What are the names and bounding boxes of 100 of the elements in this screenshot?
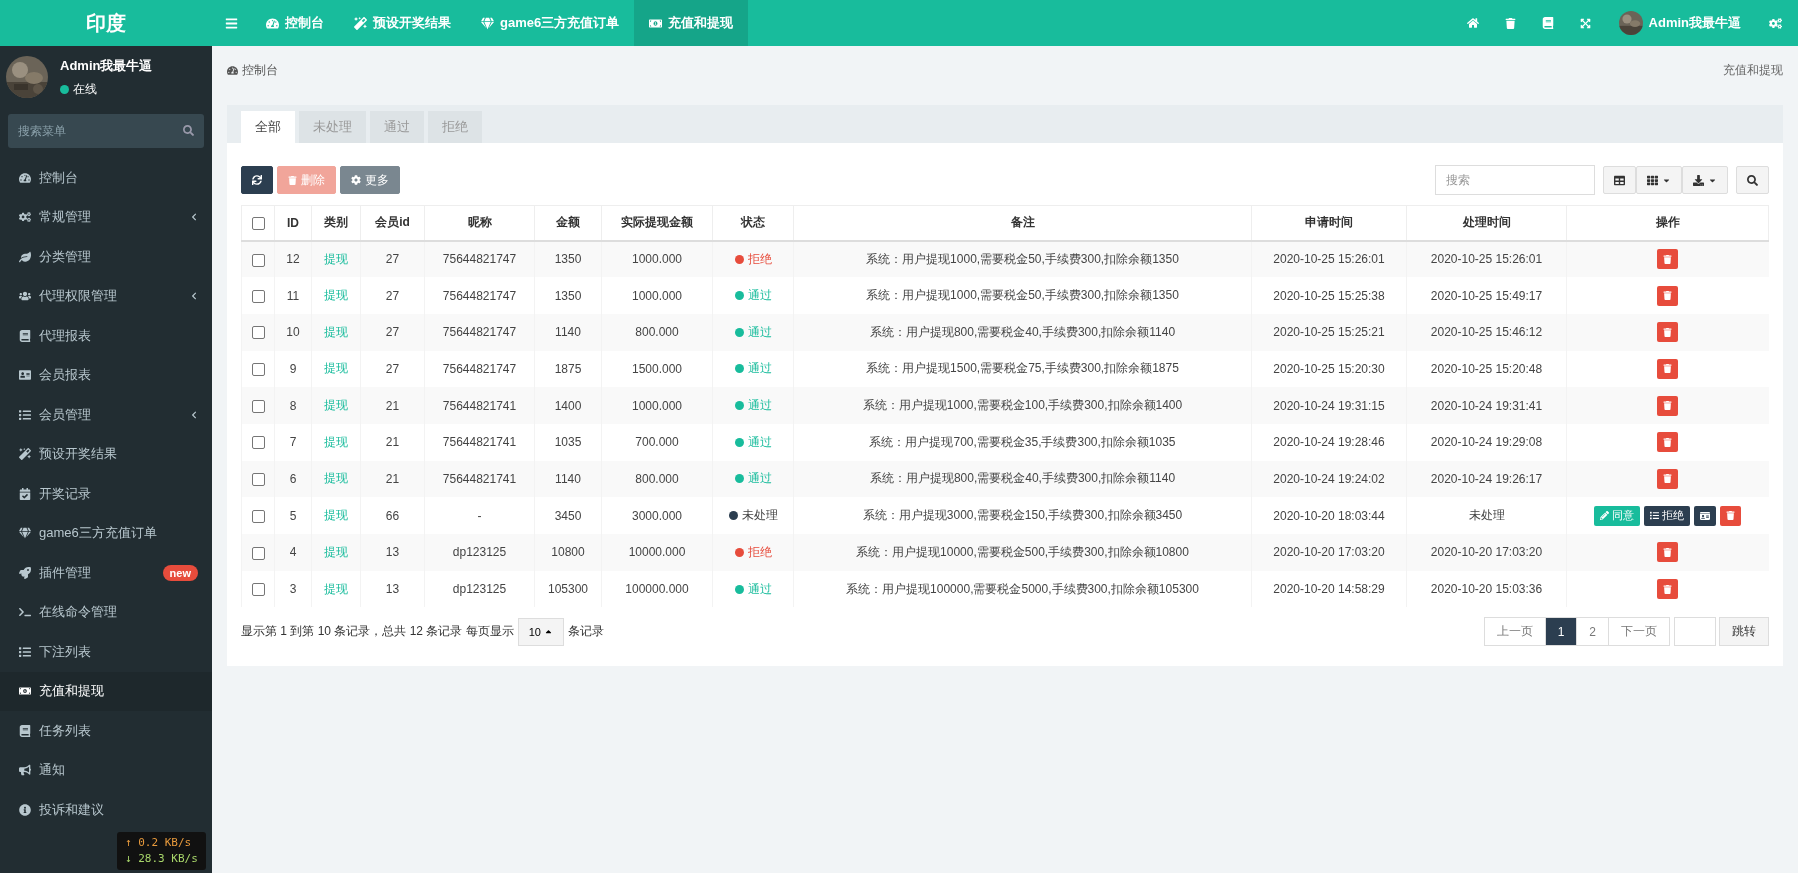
table-cell: 11 — [274, 277, 312, 314]
search-field[interactable]: 搜索 — [1435, 165, 1595, 195]
sidebar-item[interactable]: 投诉和建议 — [0, 790, 212, 830]
column-header[interactable]: 类别 — [311, 205, 361, 241]
upload-speed: ↑ 0.2 KB/s — [125, 835, 193, 851]
column-header[interactable]: 备注 — [793, 205, 1252, 241]
table-cell: dp123125 — [424, 570, 535, 608]
column-header[interactable]: ID — [274, 205, 312, 241]
export-button[interactable] — [1682, 166, 1728, 194]
table-cell: 75644821747 — [424, 313, 535, 351]
column-header[interactable]: 处理时间 — [1406, 205, 1567, 241]
money-icon — [19, 685, 31, 698]
sidebar-item[interactable]: 会员管理 — [0, 395, 212, 435]
dashboard-icon — [266, 16, 279, 30]
delete-button[interactable] — [1657, 468, 1679, 489]
sidebar-item[interactable]: 插件管理 new — [0, 553, 212, 593]
next-page-button[interactable]: 下一页 — [1608, 617, 1670, 647]
row-checkbox[interactable] — [251, 399, 265, 413]
search-button[interactable] — [1736, 166, 1769, 194]
row-checkbox[interactable] — [251, 326, 265, 340]
menu-search-field[interactable]: 搜索菜单 — [8, 114, 204, 148]
trash-icon — [1663, 327, 1673, 337]
sidebar-item[interactable]: 在线命令管理 — [0, 592, 212, 632]
sidebar-item[interactable]: 任务列表 — [0, 711, 212, 751]
row-checkbox[interactable] — [251, 583, 265, 597]
table-cell: 27 — [360, 313, 425, 351]
pagination-summary: 显示第 1 到第 10 条记录，总共 12 条记录 每页显示 — [241, 623, 514, 641]
status-text: 通过 — [747, 580, 772, 598]
delete-button[interactable] — [1657, 579, 1679, 600]
sidebar-item[interactable]: 常规管理 — [0, 197, 212, 237]
column-header[interactable]: 操作 — [1566, 205, 1769, 241]
status-text: 通过 — [747, 397, 772, 415]
leaf-icon — [19, 250, 31, 263]
row-checkbox[interactable] — [251, 253, 265, 267]
select-all-checkbox[interactable] — [251, 216, 265, 230]
columns-button[interactable] — [1636, 166, 1682, 194]
column-header[interactable]: 金额 — [534, 205, 602, 241]
table-cell: 2020-10-20 14:58:29 — [1251, 570, 1407, 608]
row-checkbox[interactable] — [251, 363, 265, 377]
refresh-button[interactable] — [241, 166, 273, 194]
page-number-field[interactable] — [1674, 617, 1716, 647]
trash-icon — [1663, 291, 1673, 301]
toggle-view-button[interactable] — [1603, 166, 1636, 194]
table-cell: 10800 — [534, 534, 602, 571]
row-checkbox[interactable] — [251, 509, 265, 523]
filter-tab[interactable]: 全部 — [241, 111, 295, 143]
delete-button[interactable] — [1657, 322, 1679, 343]
table-cell: 105300 — [534, 570, 602, 608]
status-text: 通过 — [747, 433, 772, 451]
column-header[interactable]: 会员id — [360, 205, 425, 241]
row-checkbox[interactable] — [251, 473, 265, 487]
status-text: 未处理 — [741, 507, 778, 525]
sidebar-item[interactable]: 通知 — [0, 750, 212, 790]
table-cell: 2020-10-24 19:31:41 — [1406, 387, 1567, 424]
row-checkbox[interactable] — [251, 289, 265, 303]
sidebar-item[interactable]: 预设开奖结果 — [0, 434, 212, 474]
page-size-dropdown[interactable]: 10 — [517, 617, 564, 646]
delete-button[interactable] — [1720, 505, 1742, 526]
delete-button[interactable] — [1657, 358, 1679, 379]
reject-button[interactable]: 拒绝 — [1644, 505, 1691, 526]
page-button[interactable]: 2 — [1576, 617, 1609, 647]
delete-button[interactable] — [1657, 542, 1679, 563]
delete-button[interactable] — [1657, 395, 1679, 416]
prev-page-button[interactable]: 上一页 — [1483, 617, 1546, 647]
more-button[interactable]: 更多 — [340, 166, 400, 194]
sidebar-item[interactable]: 代理报表 — [0, 316, 212, 356]
delete-button[interactable] — [1657, 249, 1679, 270]
table-cell: 1000.000 — [601, 277, 713, 314]
sidebar-item[interactable]: 开奖记录 — [0, 474, 212, 514]
sidebar-item[interactable]: 下注列表 — [0, 632, 212, 672]
status-text: 拒绝 — [747, 543, 772, 561]
sidebar-item[interactable]: 分类管理 — [0, 237, 212, 277]
jump-button[interactable]: 跳转 — [1719, 617, 1769, 647]
table-cell: 2020-10-25 15:25:38 — [1251, 277, 1407, 314]
book-icon — [19, 329, 31, 342]
column-header[interactable]: 状态 — [712, 205, 794, 241]
book-icon — [19, 724, 31, 737]
row-checkbox[interactable] — [251, 546, 265, 560]
sidebar-item[interactable]: 充值和提现 — [0, 671, 212, 711]
row-checkbox[interactable] — [251, 436, 265, 450]
table-cell: 2020-10-24 19:28:46 — [1251, 423, 1407, 461]
table-cell: 10 — [274, 313, 312, 351]
delete-button[interactable] — [1657, 285, 1679, 306]
megaphone-icon — [19, 764, 31, 777]
table-cell: 100000.000 — [601, 570, 713, 608]
table-cell: 2020-10-20 17:03:20 — [1406, 534, 1567, 571]
table-cell: 2020-10-25 15:25:21 — [1251, 313, 1407, 351]
breadcrumb-link[interactable]: 控制台 — [227, 61, 278, 79]
info-icon — [19, 803, 31, 816]
search-icon[interactable] — [183, 125, 194, 136]
sidebar-item[interactable]: game6三方充值订单 — [0, 513, 212, 553]
sidebar-item[interactable]: 控制台 — [0, 158, 212, 198]
column-header[interactable]: 实际提现金额 — [601, 205, 713, 241]
detail-button[interactable] — [1694, 505, 1717, 526]
delete-button[interactable] — [1657, 432, 1679, 453]
column-header[interactable]: 申请时间 — [1251, 205, 1407, 241]
sidebar-item[interactable]: 会员报表 — [0, 355, 212, 395]
column-header[interactable]: 昵称 — [424, 205, 535, 241]
table-cell: 2020-10-25 15:49:17 — [1406, 277, 1567, 314]
sidebar-item[interactable]: 代理权限管理 — [0, 276, 212, 316]
